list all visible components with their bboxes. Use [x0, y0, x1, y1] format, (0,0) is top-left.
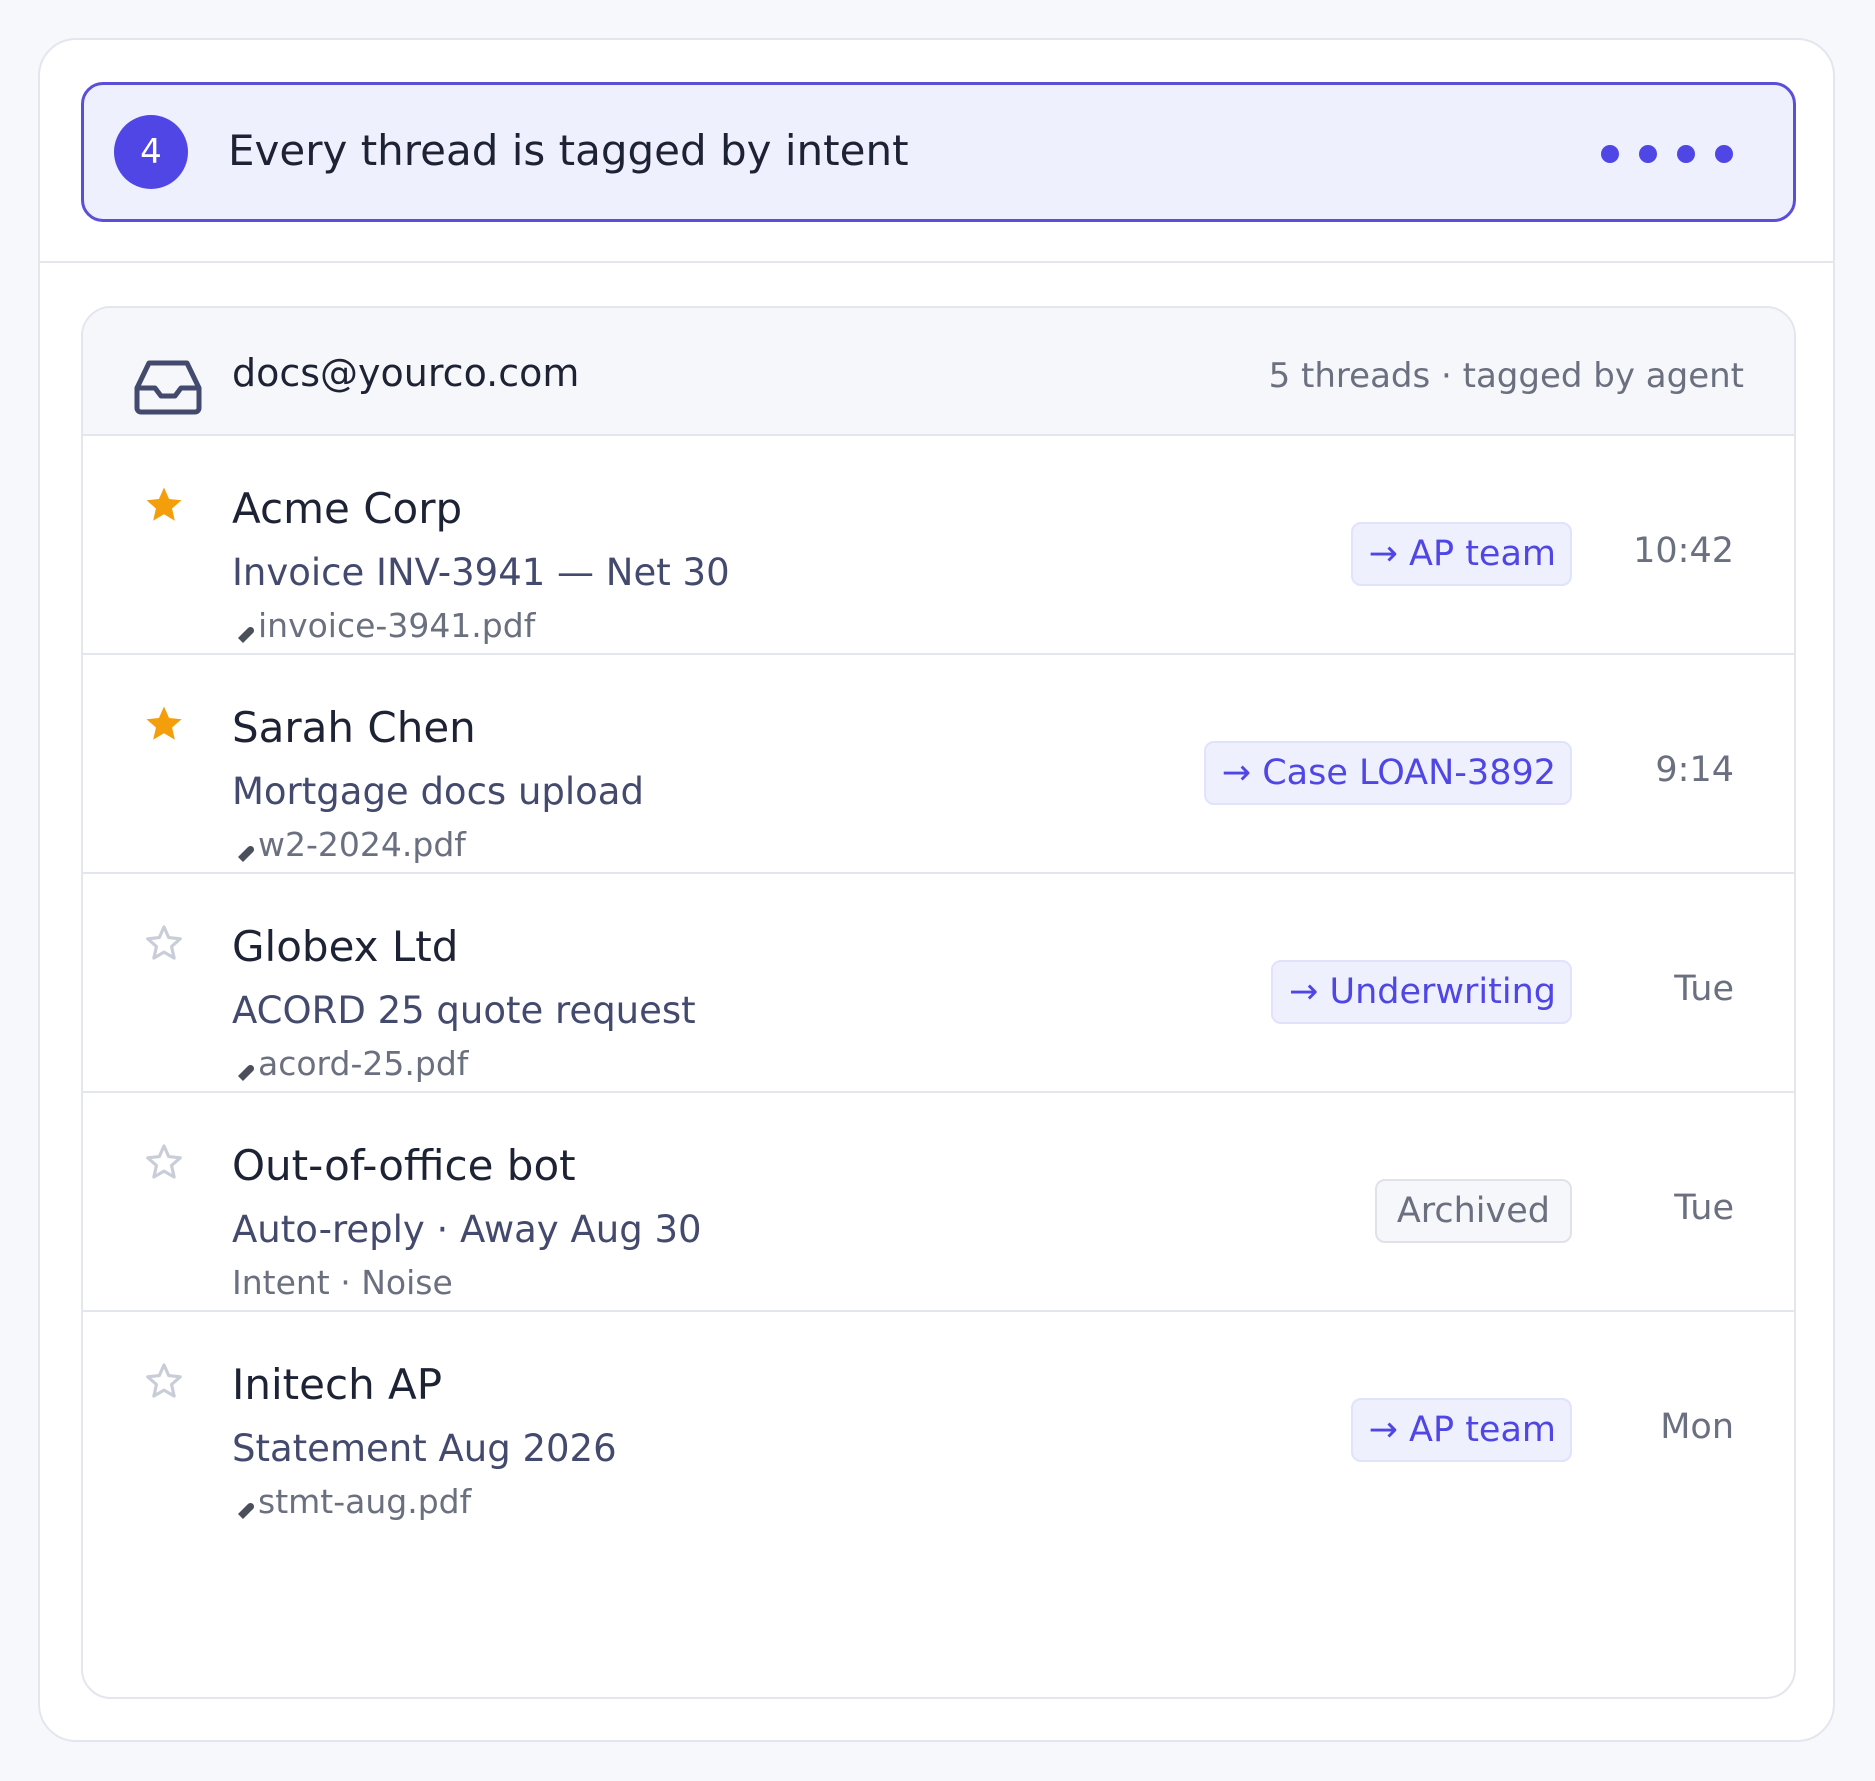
- thread-sender: Sarah Chen: [232, 703, 476, 752]
- progress-dot: [1715, 145, 1733, 163]
- thread-time: Tue: [1674, 1188, 1734, 1228]
- star-outline-icon[interactable]: [143, 1360, 185, 1402]
- star-filled-icon[interactable]: [143, 484, 185, 526]
- thread-subject: Statement Aug 2026: [232, 1427, 617, 1470]
- inbox-thread-count: 5 threads · tagged by agent: [1268, 356, 1744, 396]
- step-number-badge: 4: [114, 115, 188, 189]
- thread-time: Tue: [1674, 969, 1734, 1009]
- route-tag[interactable]: → Underwriting: [1271, 960, 1572, 1024]
- progress-dot: [1639, 145, 1657, 163]
- inbox-icon: [134, 360, 202, 415]
- thread-time: 9:14: [1655, 750, 1734, 790]
- attachment-filename: stmt-aug.pdf: [258, 1482, 472, 1521]
- thread-attachment[interactable]: w2-2024.pdf: [232, 823, 466, 867]
- thread-sender: Acme Corp: [232, 484, 463, 533]
- thread-sender: Globex Ltd: [232, 922, 459, 971]
- route-tag[interactable]: → AP team: [1350, 522, 1572, 586]
- thread-time: Mon: [1660, 1407, 1734, 1447]
- thread-row[interactable]: Out-of-office bot Auto-reply · Away Aug …: [83, 1093, 1794, 1312]
- star-filled-icon[interactable]: [143, 703, 185, 745]
- progress-dot: [1677, 145, 1695, 163]
- thread-row[interactable]: Initech AP Statement Aug 2026 stmt-aug.p…: [83, 1312, 1794, 1531]
- thread-subject: Auto-reply · Away Aug 30: [232, 1208, 702, 1251]
- progress-dots: [1601, 145, 1733, 163]
- thread-list: Acme Corp Invoice INV-3941 — Net 30 invo…: [83, 436, 1794, 1531]
- attachment-filename: w2-2024.pdf: [258, 825, 466, 864]
- route-tag[interactable]: → AP team: [1350, 1398, 1572, 1462]
- thread-intent: Intent · Noise: [232, 1263, 453, 1302]
- attachment-filename: acord-25.pdf: [258, 1044, 469, 1083]
- attachment-icon: [238, 1064, 255, 1081]
- thread-subject: Invoice INV-3941 — Net 30: [232, 551, 730, 594]
- progress-dot: [1601, 145, 1619, 163]
- thread-attachment[interactable]: stmt-aug.pdf: [232, 1480, 471, 1524]
- inbox-address: docs@yourco.com: [232, 351, 580, 395]
- archived-tag[interactable]: Archived: [1374, 1179, 1572, 1243]
- thread-row[interactable]: Acme Corp Invoice INV-3941 — Net 30 invo…: [83, 436, 1794, 655]
- route-tag[interactable]: → Case LOAN-3892: [1203, 741, 1572, 805]
- inbox-panel: docs@yourco.com 5 threads · tagged by ag…: [81, 306, 1796, 1699]
- attachment-filename: invoice-3941.pdf: [258, 606, 536, 645]
- attachment-icon: [238, 1502, 255, 1519]
- step-banner: 4 Every thread is tagged by intent: [81, 82, 1796, 222]
- attachment-icon: [238, 845, 255, 862]
- thread-attachment[interactable]: acord-25.pdf: [232, 1042, 468, 1086]
- star-outline-icon[interactable]: [143, 922, 185, 964]
- thread-sender: Out-of-office bot: [232, 1141, 576, 1190]
- star-outline-icon[interactable]: [143, 1141, 185, 1183]
- thread-attachment[interactable]: invoice-3941.pdf: [232, 604, 535, 648]
- thread-row[interactable]: Globex Ltd ACORD 25 quote request acord-…: [83, 874, 1794, 1093]
- thread-subject: ACORD 25 quote request: [232, 989, 696, 1032]
- attachment-icon: [238, 626, 255, 643]
- thread-subject: Mortgage docs upload: [232, 770, 644, 813]
- thread-sender: Initech AP: [232, 1360, 443, 1409]
- step-card: 4 Every thread is tagged by intent docs@…: [38, 38, 1835, 1742]
- thread-time: 10:42: [1633, 531, 1734, 571]
- step-title: Every thread is tagged by intent: [228, 126, 909, 175]
- inbox-header: docs@yourco.com 5 threads · tagged by ag…: [83, 308, 1794, 436]
- divider: [40, 261, 1833, 263]
- thread-row[interactable]: Sarah Chen Mortgage docs upload w2-2024.…: [83, 655, 1794, 874]
